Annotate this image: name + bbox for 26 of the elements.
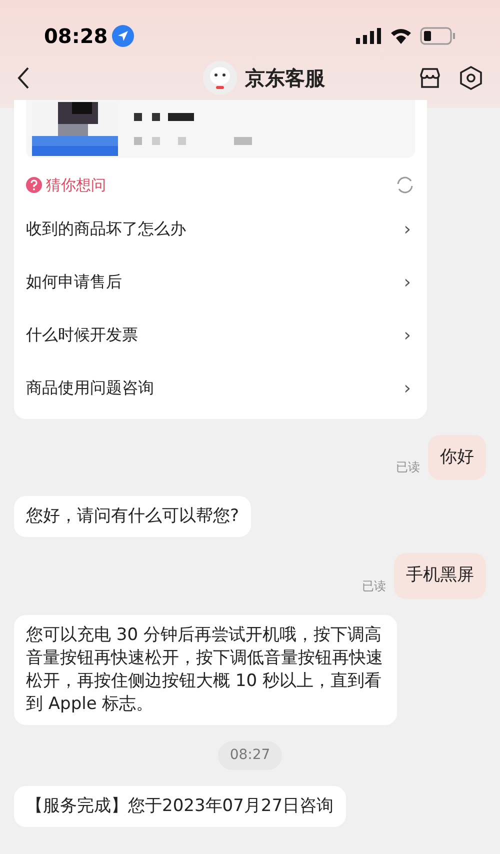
read-receipt: 已读 (396, 459, 420, 476)
mascot-avatar-icon (203, 61, 237, 95)
suggestion-item[interactable]: 收到的商品坏了怎么办 › (26, 202, 415, 256)
question-icon (26, 177, 42, 194)
outgoing-message: 手机黑屏 (394, 553, 486, 598)
product-card[interactable] (26, 100, 415, 158)
suggestion-item[interactable]: 什么时候开发票 › (26, 308, 415, 362)
suggestion-item[interactable]: 如何申请售后 › (26, 256, 415, 308)
chat-title: 京东客服 (245, 65, 325, 92)
settings-icon[interactable] (458, 65, 484, 91)
incoming-message: 您好，请问有什么可以帮您? (14, 496, 252, 537)
battery-icon (420, 27, 456, 45)
refresh-icon[interactable] (395, 175, 415, 196)
outgoing-message: 你好 (428, 434, 486, 480)
incoming-message: 您可以充电 30 分钟后再尝试开机哦，按下调高音量按钮再快速松开，按下调低音量按钮再快速松开，再按住侧边按钮大概 10 秒以上，直到看到 Apple 标志。 (14, 614, 397, 724)
suggestion-item[interactable]: 商品使用问题咨询 › (26, 362, 415, 414)
wifi-icon (390, 28, 412, 44)
incoming-message: 【服务完成】您于2023年07月27日咨询 (14, 786, 346, 826)
timestamp: 08:27 (218, 740, 282, 770)
suggestions-title: 猜你想问 (46, 175, 106, 196)
read-receipt: 已读 (362, 578, 386, 594)
status-time: 08:28 (44, 23, 108, 50)
store-icon[interactable] (418, 66, 442, 90)
back-icon[interactable] (16, 66, 30, 90)
location-icon (112, 25, 134, 47)
signal-icon (356, 28, 382, 44)
